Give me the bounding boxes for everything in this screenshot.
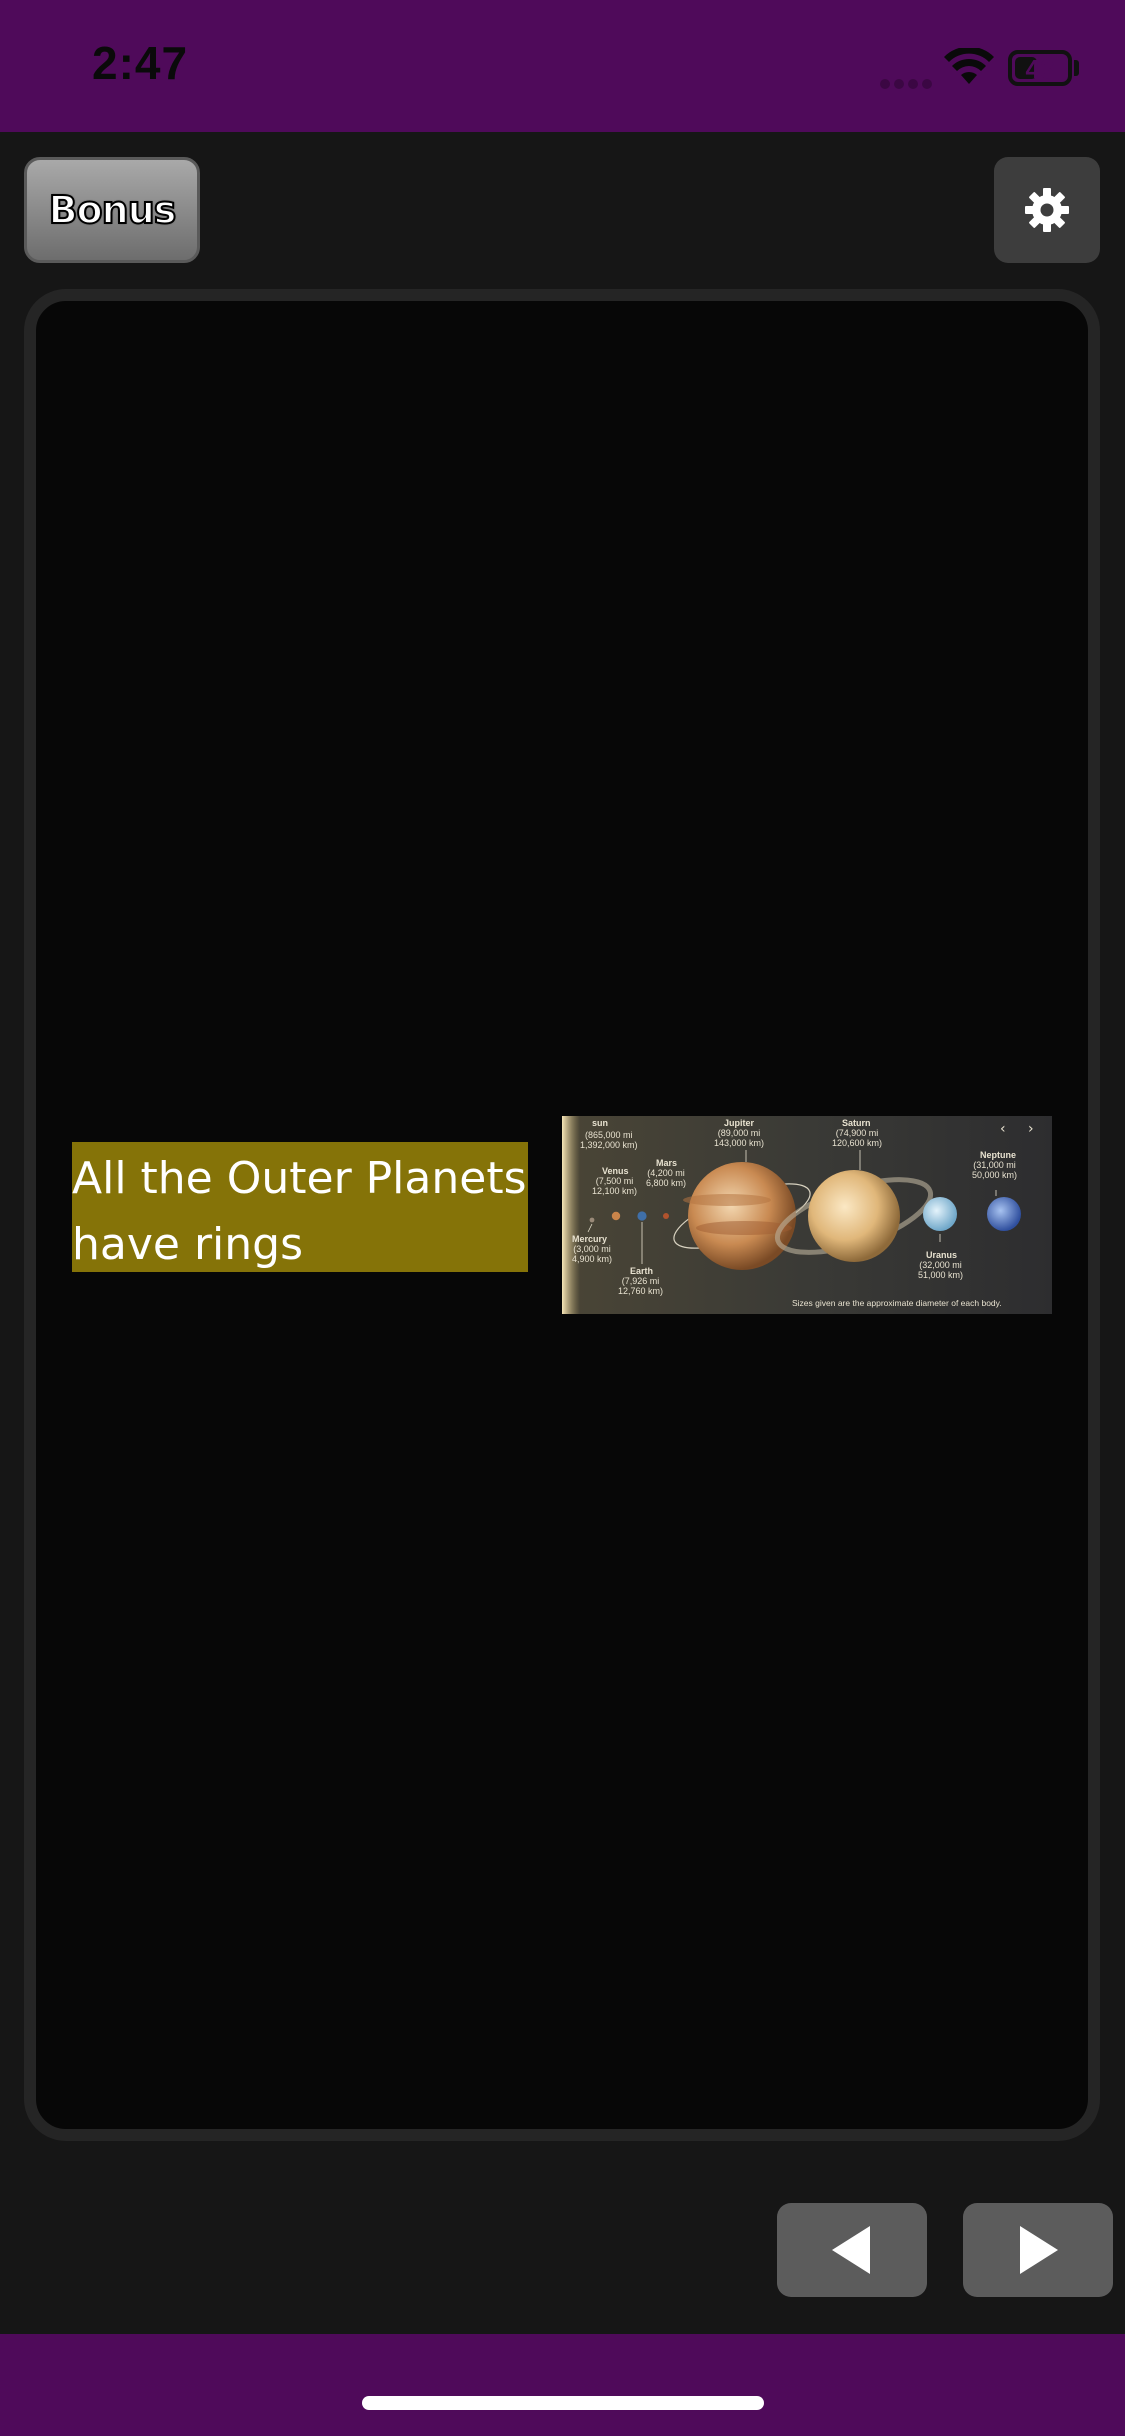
neptune-label: Neptune — [980, 1150, 1016, 1160]
sun-shape — [562, 1116, 580, 1314]
triangle-left-icon — [832, 2226, 870, 2274]
mercury-size-label: (3,000 mi 4,900 km) — [572, 1244, 613, 1264]
jupiter-label: Jupiter — [724, 1118, 755, 1128]
mars-label: Mars — [656, 1158, 678, 1168]
neptune-size-label: (31,000 mi 50,000 km) — [972, 1160, 1018, 1180]
battery-level: 43 — [1025, 54, 1055, 84]
screen: 2:47 43 Bonus All the Outer Planets have… — [0, 0, 1125, 2436]
image-caption: Sizes given are the approximate diameter… — [792, 1298, 1002, 1308]
neptune-shape — [987, 1197, 1021, 1231]
sun-size-label: (865,000 mi 1,392,000 km) — [580, 1130, 638, 1150]
sun-label: sun — [592, 1118, 609, 1128]
venus-size-label: (7,500 mi 12,100 km) — [592, 1176, 638, 1196]
settings-button[interactable] — [994, 157, 1100, 263]
saturn-label: Saturn — [842, 1118, 871, 1128]
venus-shape — [611, 1211, 621, 1221]
uranus-shape — [923, 1197, 957, 1231]
jupiter-band — [683, 1194, 771, 1206]
gear-icon — [1025, 188, 1069, 232]
chevron-right-icon: › — [1028, 1121, 1034, 1137]
triangle-right-icon — [1020, 2226, 1058, 2274]
next-button[interactable] — [963, 2203, 1113, 2297]
status-bar: 2:47 43 — [0, 0, 1125, 132]
wifi-icon — [944, 48, 994, 84]
earth-shape — [637, 1211, 647, 1221]
earth-label: Earth — [630, 1266, 654, 1276]
battery-icon: 43 — [1008, 50, 1072, 86]
solar-system-image: ‹ › sun (865,000 mi 1,392,000 km) Venus … — [562, 1116, 1052, 1314]
previous-button[interactable] — [777, 2203, 927, 2297]
mercury-label: Mercury — [572, 1234, 608, 1244]
home-indicator[interactable] — [362, 2396, 764, 2410]
mercury-shape — [589, 1217, 595, 1223]
bonus-button[interactable]: Bonus — [24, 157, 200, 263]
bottom-bar — [0, 2334, 1125, 2436]
jupiter-size-label: (89,000 mi 143,000 km) — [714, 1128, 765, 1148]
statement-box[interactable]: All the Outer Planets have rings — [72, 1142, 528, 1272]
statement-line-2: have rings — [72, 1219, 303, 1270]
saturn-shape — [808, 1170, 900, 1262]
jupiter-shape — [688, 1162, 796, 1270]
uranus-label: Uranus — [926, 1250, 958, 1260]
battery-tip — [1074, 60, 1079, 76]
saturn-size-label: (74,900 mi 120,600 km) — [832, 1128, 883, 1148]
mars-shape — [663, 1213, 669, 1219]
earth-size-label: (7,926 mi 12,760 km) — [618, 1276, 664, 1296]
mars-size-label: (4,200 mi 6,800 km) — [646, 1168, 687, 1188]
chevron-left-icon: ‹ — [1000, 1121, 1006, 1137]
venus-label: Venus — [602, 1166, 629, 1176]
signal-icon — [880, 74, 936, 89]
status-time: 2:47 — [92, 37, 189, 89]
uranus-size-label: (32,000 mi 51,000 km) — [918, 1260, 964, 1280]
statement-line-1: All the Outer Planets — [72, 1153, 527, 1204]
bonus-label: Bonus — [48, 187, 178, 233]
